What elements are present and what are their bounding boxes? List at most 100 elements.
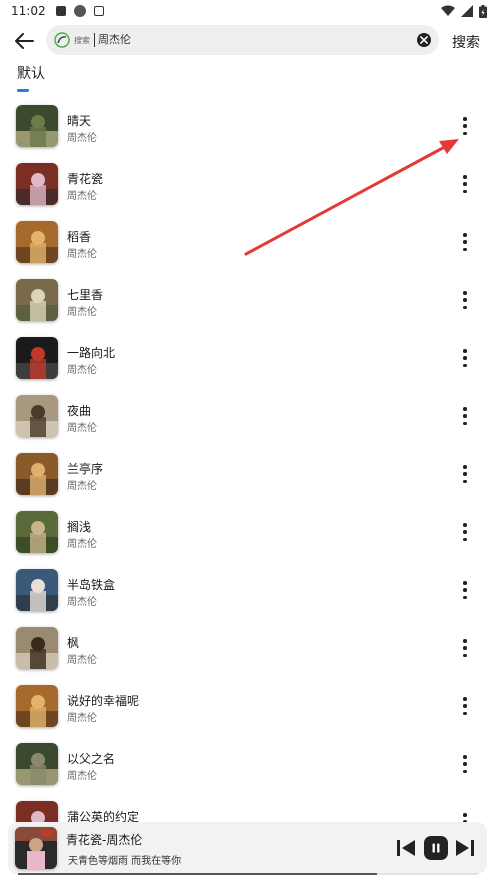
more-dot bbox=[463, 175, 467, 179]
album-art bbox=[16, 105, 58, 147]
song-title: 夜曲 bbox=[67, 404, 92, 418]
notification-icons bbox=[55, 5, 104, 17]
song-title: 稻香 bbox=[67, 230, 92, 244]
search-box[interactable]: 搜索 bbox=[46, 25, 439, 55]
more-options-button[interactable] bbox=[456, 463, 474, 485]
more-options-button[interactable] bbox=[456, 811, 474, 822]
song-title: 枫 bbox=[67, 636, 80, 650]
song-row[interactable]: 以父之名 周杰伦 bbox=[0, 736, 495, 794]
song-title: 晴天 bbox=[67, 114, 92, 128]
song-cover bbox=[16, 337, 58, 379]
more-dot bbox=[463, 588, 467, 592]
song-cover bbox=[16, 627, 58, 669]
more-dot bbox=[463, 291, 467, 295]
more-dot bbox=[463, 813, 467, 817]
song-row[interactable]: 七里香 周杰伦 bbox=[0, 272, 495, 330]
song-artist: 周杰伦 bbox=[67, 307, 97, 318]
song-row[interactable]: 晴天 周杰伦 bbox=[0, 98, 495, 156]
more-dot bbox=[463, 131, 467, 135]
record-icon bbox=[73, 5, 86, 17]
album-art bbox=[16, 163, 58, 205]
skip-next-icon[interactable] bbox=[455, 838, 475, 858]
status-time: 11:02 bbox=[11, 4, 46, 18]
song-row[interactable]: 青花瓷 周杰伦 bbox=[0, 156, 495, 214]
more-dot bbox=[463, 711, 467, 715]
square-icon bbox=[93, 6, 104, 16]
more-dot bbox=[463, 523, 467, 527]
more-dot bbox=[463, 704, 467, 708]
status-bar: 11:02 bbox=[0, 0, 495, 22]
song-row[interactable]: 半岛铁盒 周杰伦 bbox=[0, 562, 495, 620]
player-cover[interactable] bbox=[15, 827, 57, 869]
search-header: 搜索 搜索 bbox=[0, 22, 495, 60]
more-options-button[interactable] bbox=[456, 405, 474, 427]
song-cover bbox=[16, 221, 58, 263]
more-dot bbox=[463, 479, 467, 483]
song-title: 一路向北 bbox=[67, 346, 116, 360]
more-dot bbox=[463, 581, 467, 585]
song-row[interactable]: 一路向北 周杰伦 bbox=[0, 330, 495, 388]
song-cover bbox=[16, 569, 58, 611]
song-cover bbox=[16, 685, 58, 727]
more-options-button[interactable] bbox=[456, 521, 474, 543]
tab-default[interactable]: 默认 bbox=[17, 63, 45, 92]
album-art bbox=[15, 827, 57, 869]
skip-previous-icon[interactable] bbox=[396, 838, 416, 858]
more-dot bbox=[463, 407, 467, 411]
more-dot bbox=[463, 639, 467, 643]
more-options-button[interactable] bbox=[456, 637, 474, 659]
album-art bbox=[16, 627, 58, 669]
song-title: 青花瓷 bbox=[67, 172, 104, 186]
tab-indicator bbox=[17, 89, 29, 92]
more-dot bbox=[463, 769, 467, 773]
song-row[interactable]: 说好的幸福呢 周杰伦 bbox=[0, 678, 495, 736]
more-options-button[interactable] bbox=[456, 289, 474, 311]
song-artist: 周杰伦 bbox=[67, 423, 97, 434]
more-options-button[interactable] bbox=[456, 231, 474, 253]
more-options-button[interactable] bbox=[456, 115, 474, 137]
more-options-button[interactable] bbox=[456, 579, 474, 601]
song-cover bbox=[16, 163, 58, 205]
mini-player[interactable]: 青花瓷-周杰伦 天青色等烟雨 而我在等你 bbox=[8, 822, 487, 874]
song-title: 说好的幸福呢 bbox=[67, 694, 140, 708]
more-options-button[interactable] bbox=[456, 753, 474, 775]
system-icons bbox=[441, 4, 487, 18]
more-dot bbox=[463, 421, 467, 425]
more-dot bbox=[463, 189, 467, 193]
player-lyric: 天青色等烟雨 而我在等你 bbox=[68, 856, 182, 867]
song-row[interactable]: 枫周杰伦 bbox=[0, 620, 495, 678]
more-options-button[interactable] bbox=[456, 173, 474, 195]
more-dot bbox=[463, 762, 467, 766]
album-art bbox=[16, 337, 58, 379]
more-dot bbox=[463, 595, 467, 599]
song-cover bbox=[16, 801, 58, 822]
more-dot bbox=[463, 653, 467, 657]
song-artist: 周杰伦 bbox=[67, 771, 97, 782]
song-row[interactable]: 稻香 周杰伦 bbox=[0, 214, 495, 272]
more-options-button[interactable] bbox=[456, 695, 474, 717]
more-dot bbox=[463, 472, 467, 476]
song-row[interactable]: 搁浅 周杰伦 bbox=[0, 504, 495, 562]
pause-button[interactable] bbox=[424, 836, 448, 860]
album-art bbox=[16, 511, 58, 553]
clear-button[interactable] bbox=[417, 33, 431, 47]
song-list[interactable]: 晴天 周杰伦 青花瓷 周杰伦 稻香 周杰伦 七里香 周杰伦 一路向北 周杰伦 夜曲 周杰伦 兰亭序 周杰伦… bbox=[0, 98, 495, 822]
song-row[interactable]: 兰亭序 周杰伦 bbox=[0, 446, 495, 504]
signal-icon bbox=[461, 5, 473, 17]
search-button[interactable]: 搜索 bbox=[452, 32, 480, 52]
app-logo-icon bbox=[54, 32, 70, 48]
song-title: 七里香 bbox=[67, 288, 104, 302]
more-dot bbox=[463, 124, 467, 128]
song-row[interactable]: 蒲公英的约定周杰伦 bbox=[0, 794, 495, 822]
more-options-button[interactable] bbox=[456, 347, 474, 369]
album-art bbox=[16, 221, 58, 263]
more-dot bbox=[463, 117, 467, 121]
song-row[interactable]: 夜曲 周杰伦 bbox=[0, 388, 495, 446]
playback-progress[interactable] bbox=[18, 873, 478, 875]
song-artist: 周杰伦 bbox=[67, 655, 97, 666]
pause-icon bbox=[432, 843, 440, 853]
back-button[interactable] bbox=[12, 29, 36, 53]
album-art bbox=[16, 395, 58, 437]
search-input[interactable] bbox=[94, 33, 380, 47]
more-dot bbox=[463, 240, 467, 244]
